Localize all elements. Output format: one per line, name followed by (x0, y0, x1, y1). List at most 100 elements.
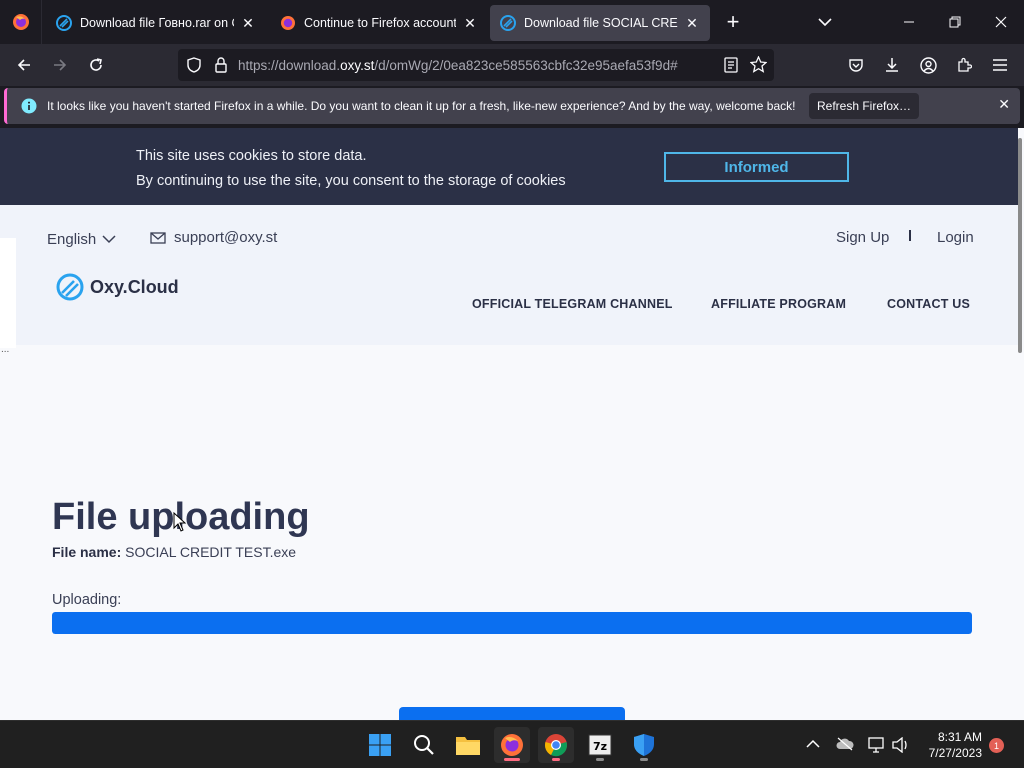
close-window-button[interactable] (978, 0, 1024, 44)
start-button[interactable] (362, 727, 398, 763)
download-icon (886, 58, 898, 72)
tab-strip: Download file Говно.rar on Oxy ✕ Continu… (0, 0, 1024, 44)
tab-2[interactable]: Download file SOCIAL CREDIT T ✕ (490, 5, 710, 41)
oxy-logo-icon (56, 273, 84, 301)
windows-start-icon (369, 734, 391, 756)
nav-affiliate-program[interactable]: AFFILIATE PROGRAM (711, 297, 846, 311)
system-clock[interactable]: 8:31 AM 7/27/2023 (920, 729, 982, 761)
back-button[interactable] (6, 49, 42, 81)
file-name-label: File name: (52, 544, 122, 560)
active-indicator (504, 758, 520, 761)
running-indicator (640, 758, 648, 761)
cookie-banner: This site uses cookies to store data. By… (0, 128, 1018, 205)
plus-icon: + (726, 9, 740, 34)
upload-progress-bar (52, 612, 972, 634)
reader-view-icon[interactable] (724, 57, 738, 73)
downloads-button[interactable] (874, 49, 910, 81)
oxy-cloud-logo[interactable]: Oxy.Cloud (56, 273, 179, 301)
close-icon[interactable]: ✕ (240, 15, 256, 31)
running-indicator (552, 758, 560, 761)
tab-1[interactable]: Continue to Firefox accounts ✕ (270, 5, 488, 41)
close-icon[interactable]: ✕ (998, 96, 1010, 113)
chrome-icon (545, 734, 567, 757)
clock-time: 8:31 AM (937, 730, 982, 744)
nav-contact-us[interactable]: CONTACT US (887, 297, 970, 311)
chevron-down-icon (102, 235, 116, 244)
refresh-firefox-button[interactable]: Refresh Firefox… (809, 93, 919, 119)
minimize-button[interactable] (886, 0, 932, 44)
windows-taskbar: 7z 8:31 AM 7/27/2023 1 (0, 720, 1024, 768)
chevron-down-icon (818, 18, 832, 27)
tab-title: Continue to Firefox accounts (304, 16, 456, 30)
chevron-up-icon[interactable] (806, 739, 820, 749)
support-email-link[interactable]: support@oxy.st (150, 229, 277, 246)
reload-button[interactable] (78, 49, 114, 81)
notification-text: It looks like you haven't started Firefo… (47, 99, 796, 113)
pocket-button[interactable] (838, 49, 874, 81)
tab-0[interactable]: Download file Говно.rar on Oxy ✕ (46, 5, 266, 41)
page-scrollbar[interactable] (1018, 138, 1022, 353)
cookie-line-2: By continuing to use the site, you conse… (136, 173, 566, 189)
download-button[interactable] (399, 707, 625, 720)
close-icon (995, 16, 1007, 28)
arrow-right-icon (54, 59, 67, 71)
taskbar-firefox[interactable] (494, 727, 530, 763)
uploading-label: Uploading: (52, 592, 122, 608)
page-content: This site uses cookies to store data. By… (0, 128, 1024, 720)
login-link[interactable]: Login (937, 229, 974, 246)
envelope-icon (150, 231, 166, 244)
file-explorer-button[interactable] (450, 727, 486, 763)
restore-icon (949, 16, 961, 28)
list-all-tabs-button[interactable] (808, 5, 842, 39)
hamburger-menu-icon (993, 59, 1007, 71)
tab-title: Download file SOCIAL CREDIT T (524, 16, 678, 30)
language-selector[interactable]: English (47, 231, 116, 248)
account-button[interactable] (910, 49, 946, 81)
taskbar-defender[interactable] (626, 727, 662, 763)
firefox-icon (12, 14, 29, 30)
nav-official-telegram-channel[interactable]: OFFICIAL TELEGRAM CHANNEL (472, 297, 673, 311)
site-header: English support@oxy.st Sign Up Login Oxy… (0, 205, 1018, 345)
volume-icon[interactable] (892, 737, 910, 753)
star-icon[interactable] (750, 56, 767, 73)
url-domain: oxy.st (340, 57, 375, 73)
minimize-icon (904, 21, 914, 23)
svg-text:7z: 7z (593, 740, 607, 753)
firefox-favicon-icon (281, 16, 295, 30)
ellipsis-marker: ... (1, 344, 10, 355)
close-icon[interactable]: ✕ (684, 15, 700, 31)
pocket-icon (849, 59, 863, 72)
sign-up-link[interactable]: Sign Up (836, 229, 889, 246)
url-text[interactable]: https://download.oxy.st/d/omWg/2/0ea823c… (238, 58, 708, 73)
support-email: support@oxy.st (174, 229, 278, 246)
forward-button[interactable] (42, 49, 78, 81)
search-button[interactable] (406, 727, 442, 763)
taskbar-chrome[interactable] (538, 727, 574, 763)
onedrive-icon[interactable] (836, 737, 854, 751)
url-bar[interactable]: https://download.oxy.st/d/omWg/2/0ea823c… (178, 49, 774, 81)
navigation-toolbar: https://download.oxy.st/d/omWg/2/0ea823c… (0, 44, 1024, 86)
7zip-icon: 7z (588, 734, 612, 756)
oxy-favicon-icon (56, 15, 72, 31)
file-name-row: File name: SOCIAL CREDIT TEST.exe (52, 544, 296, 560)
upload-progress-fill (52, 612, 972, 634)
running-indicator (596, 758, 604, 761)
shield-icon (634, 734, 654, 756)
search-icon (414, 735, 434, 755)
close-icon[interactable]: ✕ (462, 15, 478, 31)
language-label: English (47, 231, 97, 248)
extensions-button[interactable] (946, 49, 982, 81)
clock-date: 7/27/2023 (928, 746, 982, 760)
restore-button[interactable] (932, 0, 978, 44)
network-icon[interactable] (868, 737, 886, 753)
lock-icon[interactable] (214, 57, 228, 73)
informed-button[interactable]: Informed (664, 152, 849, 182)
puzzle-icon (958, 57, 972, 72)
header-separator (909, 230, 911, 241)
taskbar-7zip[interactable]: 7z (582, 727, 618, 763)
new-tab-button[interactable]: + (716, 5, 750, 39)
firefox-view-button[interactable] (0, 0, 42, 44)
app-menu-button[interactable] (982, 49, 1018, 81)
shield-icon[interactable] (186, 57, 202, 73)
notification-badge[interactable]: 1 (989, 738, 1004, 753)
